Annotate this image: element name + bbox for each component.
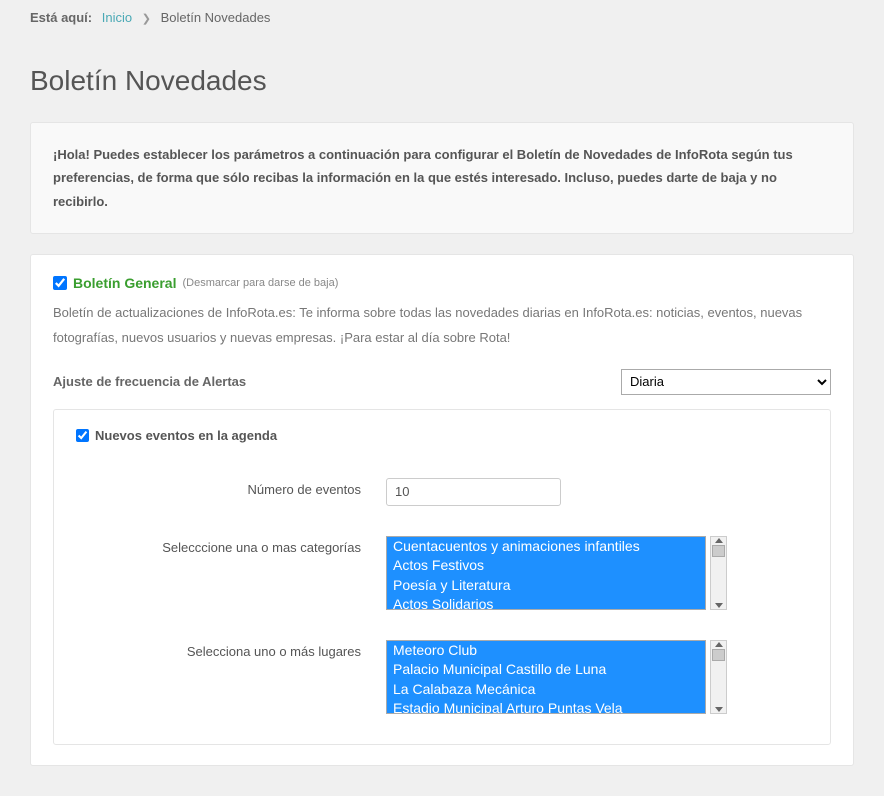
frequency-label: Ajuste de frecuencia de Alertas [53,374,246,389]
eventos-panel: Nuevos eventos en la agenda Número de ev… [53,409,831,745]
num-eventos-input[interactable] [386,478,561,506]
list-item[interactable]: Cuentacuentos y animaciones infantiles [387,537,705,557]
categories-label: Selecccione una o mas categorías [76,536,386,555]
breadcrumb-current: Boletín Novedades [161,10,271,25]
list-item[interactable]: Palacio Municipal Castillo de Luna [387,660,705,680]
list-item[interactable]: Meteoro Club [387,641,705,661]
places-label: Selecciona uno o más lugares [76,640,386,659]
frequency-select[interactable]: Diaria [621,369,831,395]
eventos-title: Nuevos eventos en la agenda [95,428,277,443]
page-title: Boletín Novedades [30,65,854,97]
places-multiselect[interactable]: Meteoro Club Palacio Municipal Castillo … [386,640,706,714]
list-item[interactable]: Estadio Municipal Arturo Puntas Vela [387,699,705,714]
boletin-general-checkbox[interactable] [53,276,67,290]
boletin-general-hint: (Desmarcar para darse de baja) [182,277,338,289]
num-eventos-label: Número de eventos [76,478,386,497]
scroll-thumb[interactable] [712,545,725,557]
chevron-right-icon: ❯ [142,13,151,25]
form-panel: Boletín General (Desmarcar para darse de… [30,254,854,765]
scroll-down-icon[interactable] [715,603,723,608]
list-item[interactable]: Actos Solidarios [387,595,705,610]
breadcrumb-label: Está aquí: [30,10,92,25]
breadcrumb-home-link[interactable]: Inicio [102,10,132,25]
places-scrollbar[interactable] [710,640,727,714]
breadcrumb: Está aquí: Inicio ❯ Boletín Novedades [30,0,854,35]
scroll-thumb[interactable] [712,649,725,661]
list-item[interactable]: Poesía y Literatura [387,576,705,596]
list-item[interactable]: Actos Festivos [387,556,705,576]
list-item[interactable]: La Calabaza Mecánica [387,680,705,700]
scroll-down-icon[interactable] [715,707,723,712]
boletin-description: Boletín de actualizaciones de InfoRota.e… [53,301,831,350]
categories-scrollbar[interactable] [710,536,727,610]
categories-multiselect[interactable]: Cuentacuentos y animaciones infantiles A… [386,536,706,610]
boletin-general-title: Boletín General [73,275,176,291]
intro-box: ¡Hola! Puedes establecer los parámetros … [30,122,854,234]
eventos-checkbox[interactable] [76,429,89,442]
